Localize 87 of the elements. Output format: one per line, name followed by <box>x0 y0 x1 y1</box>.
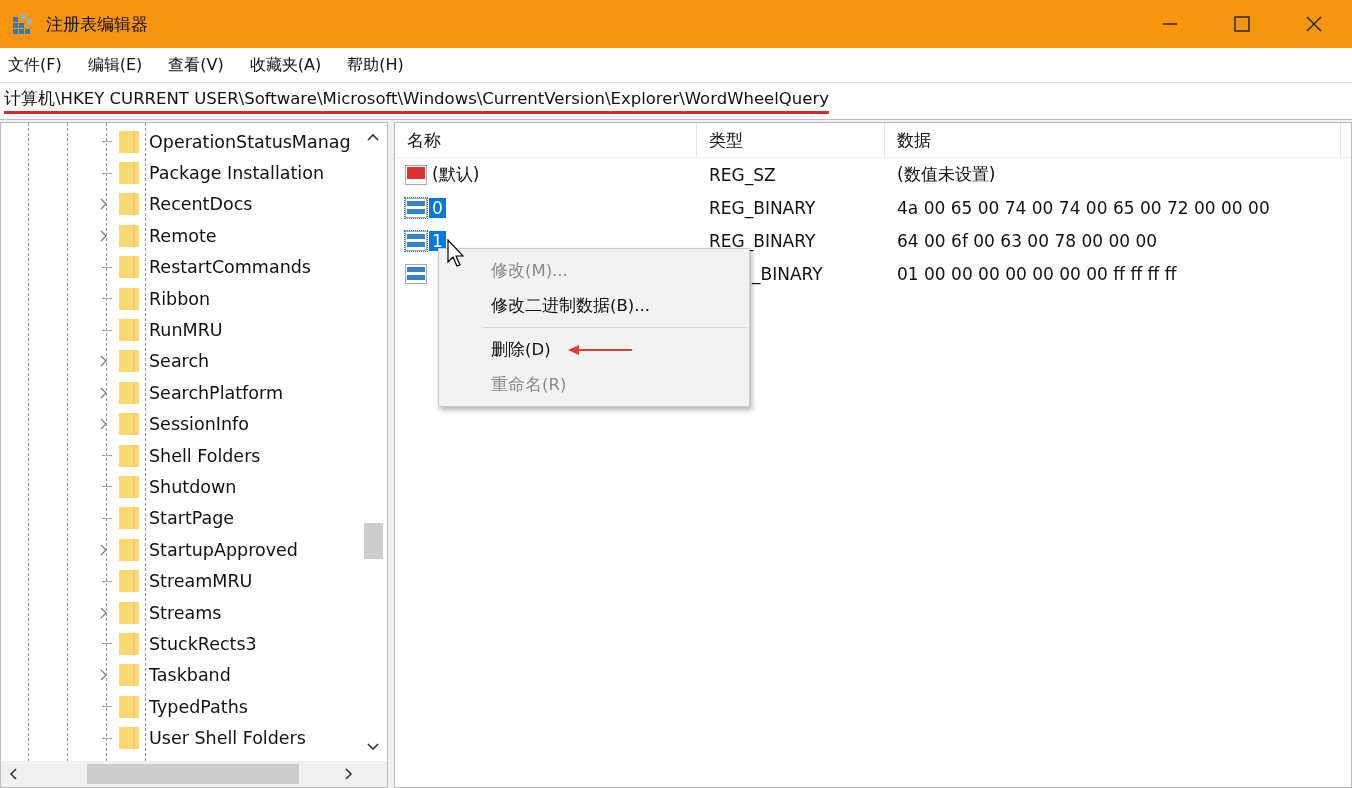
tree-item[interactable]: StuckRects3 <box>149 633 257 654</box>
column-header[interactable]: 类型 <box>697 123 885 157</box>
folder-icon <box>119 570 139 593</box>
scrollbar-thumb[interactable] <box>364 523 383 559</box>
value-name[interactable]: 0 <box>429 197 446 218</box>
tree-item[interactable]: RestartCommands <box>149 257 311 278</box>
column-header[interactable]: 名称 <box>395 123 697 157</box>
folder-icon <box>119 287 139 310</box>
registry-path: 计算机\HKEY CURRENT USER\Software\Microsoft\Windows\CurrentVersion\Explorer\WordWheelQuery <box>4 88 829 114</box>
value-name[interactable]: (默认) <box>429 163 483 186</box>
value-type: REG_SZ <box>708 164 777 185</box>
address-bar[interactable]: 计算机\HKEY CURRENT USER\Software\Microsoft\Windows\CurrentVersion\Explorer\WordWheelQuery <box>0 82 1352 120</box>
tree-item[interactable]: SessionInfo <box>149 414 249 435</box>
folder-icon <box>119 444 139 467</box>
menu-item[interactable]: 收藏夹(A) <box>247 52 324 78</box>
scroll-left-icon[interactable] <box>9 768 17 780</box>
expand-chevron-icon[interactable] <box>100 386 108 399</box>
folder-icon <box>119 507 139 530</box>
tree-item[interactable]: SearchPlatform <box>149 382 283 403</box>
folder-icon <box>119 130 139 153</box>
menu-item[interactable]: 文件(F) <box>6 52 64 78</box>
tree-item[interactable]: Package Installation <box>149 163 325 184</box>
folder-icon <box>119 601 139 624</box>
folder-icon <box>119 381 139 404</box>
folder-icon <box>119 319 139 342</box>
mouse-cursor-icon <box>447 239 467 267</box>
value-data: 64 00 6f 00 63 00 78 00 00 00 <box>896 230 1159 251</box>
folder-icon <box>119 664 139 687</box>
value-data: 4a 00 65 00 74 00 74 00 65 00 72 00 00 00 <box>896 197 1271 218</box>
menu-item[interactable]: 查看(V) <box>166 52 226 78</box>
tree-item[interactable]: Streams <box>149 602 222 623</box>
maximize-icon[interactable] <box>1234 16 1250 32</box>
string-value-icon <box>405 164 427 185</box>
tree-item[interactable]: StartPage <box>149 508 235 529</box>
expand-chevron-icon[interactable] <box>100 669 108 682</box>
tree-item[interactable]: Shell Folders <box>149 445 261 466</box>
window-title: 注册表编辑器 <box>46 12 148 36</box>
binary-value-icon <box>405 230 427 251</box>
horizontal-scrollbar[interactable] <box>1 761 387 787</box>
scroll-down-icon[interactable] <box>367 743 379 751</box>
expand-chevron-icon[interactable] <box>100 198 108 211</box>
tree-item[interactable]: StartupApproved <box>149 539 298 560</box>
context-menu-item[interactable]: 删除(D) <box>491 338 551 361</box>
expand-chevron-icon[interactable] <box>100 355 108 368</box>
context-menu-item[interactable]: 修改二进制数据(B)... <box>491 294 650 317</box>
folder-icon <box>119 224 139 247</box>
tree-item[interactable]: OperationStatusManag <box>149 131 351 152</box>
folder-icon <box>119 695 139 718</box>
expand-chevron-icon[interactable] <box>100 543 108 556</box>
folder-icon <box>119 632 139 655</box>
expand-chevron-icon[interactable] <box>100 418 108 431</box>
scroll-right-icon[interactable] <box>345 768 353 780</box>
folder-icon <box>119 256 139 279</box>
tree-item[interactable]: Shutdown <box>149 477 237 497</box>
tree-item[interactable]: Taskband <box>149 665 231 686</box>
tree-item[interactable]: RunMRU <box>149 320 223 341</box>
tree-item[interactable]: User Shell Folders <box>149 728 306 749</box>
value-type: REG_BINARY <box>708 230 817 251</box>
expand-chevron-icon[interactable] <box>100 606 108 619</box>
scrollbar-thumb[interactable] <box>87 764 299 784</box>
expand-chevron-icon[interactable] <box>100 229 108 242</box>
folder-icon <box>119 193 139 216</box>
value-data: (数值未设置) <box>896 163 997 186</box>
tree-item[interactable]: Ribbon <box>149 288 211 309</box>
menu-item[interactable]: 编辑(E) <box>85 52 145 78</box>
value-type: _BINARY <box>750 263 824 284</box>
folder-icon <box>119 476 139 498</box>
folder-icon <box>119 162 139 185</box>
binary-value-icon <box>405 263 427 284</box>
folder-icon <box>119 727 139 750</box>
registry-icon <box>12 13 34 35</box>
tree-item[interactable]: RecentDocs <box>149 194 253 215</box>
scroll-up-icon[interactable] <box>367 133 379 141</box>
tree-item[interactable]: TypedPaths <box>149 696 248 717</box>
folder-icon <box>119 413 139 436</box>
menu-item[interactable]: 帮助(H) <box>345 52 406 78</box>
value-type: REG_BINARY <box>708 197 817 218</box>
tree-item[interactable]: Remote <box>149 225 217 246</box>
folder-icon <box>119 350 139 373</box>
binary-value-icon <box>405 197 427 218</box>
tree-item[interactable]: Search <box>149 351 210 372</box>
value-data: 01 00 00 00 00 00 00 00 ff ff ff ff <box>896 263 1178 284</box>
value-name[interactable]: 1 <box>429 230 446 251</box>
tree-item[interactable]: StreamMRU <box>149 571 253 592</box>
folder-icon <box>119 538 139 561</box>
close-icon[interactable] <box>1306 16 1322 32</box>
column-header[interactable]: 数据 <box>885 123 1341 157</box>
